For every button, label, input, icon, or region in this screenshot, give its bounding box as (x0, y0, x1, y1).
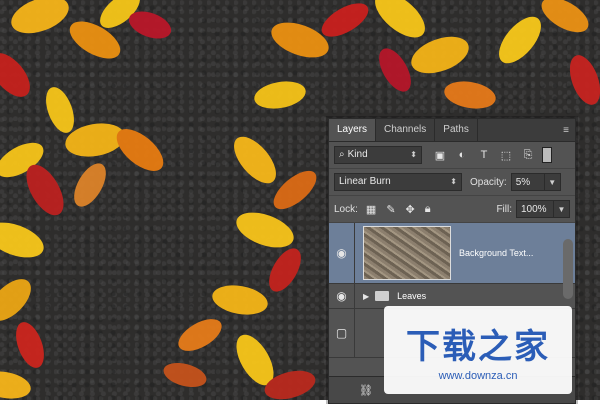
filter-toggle[interactable] (542, 147, 552, 163)
layer-name: Leaves (397, 291, 427, 301)
filter-kind-value: Kind (347, 149, 368, 160)
layer-thumbnail (363, 226, 451, 280)
adjustment-filter-icon[interactable]: ◐ (456, 149, 468, 161)
lock-position-icon[interactable]: ✥ (406, 203, 415, 216)
opacity-input[interactable]: 5% (510, 173, 545, 191)
updown-arrow-icon: ⬍ (410, 150, 417, 159)
watermark-brand-text: 下载之家 (406, 326, 550, 367)
blend-row: Linear Burn ⬍ Opacity: 5% ▼ (329, 169, 575, 196)
opacity-dropdown-icon[interactable]: ▼ (544, 173, 561, 191)
tab-paths[interactable]: Paths (435, 119, 478, 141)
search-icon: ⌕ (339, 149, 345, 160)
opacity-label: Opacity: (470, 176, 507, 188)
blend-mode-value: Linear Burn (339, 176, 391, 187)
panel-scrollbar[interactable] (563, 239, 573, 299)
blend-mode-select[interactable]: Linear Burn ⬍ (334, 173, 462, 191)
updown-arrow-icon: ⬍ (450, 177, 457, 186)
visibility-box-icon[interactable]: ▢ (329, 309, 355, 357)
lock-all-icon[interactable]: 🔒︎ (425, 203, 431, 216)
panel-tabs: Layers Channels Paths ≡ (329, 119, 575, 142)
lock-row: Lock: ▦ ✎ ✥ 🔒︎ Fill: 100% ▼ (329, 196, 575, 223)
panel-menu-icon[interactable]: ≡ (557, 119, 575, 141)
type-filter-icon[interactable]: T (478, 149, 490, 161)
fill-dropdown-icon[interactable]: ▼ (554, 200, 570, 218)
layer-name: Background Text... (459, 248, 534, 258)
lock-icons: ▦ ✎ ✥ 🔒︎ (366, 203, 431, 216)
filter-row: ⌕ Kind ⬍ ▣ ◐ T ⬚ ⎘ (329, 142, 575, 169)
lock-label: Lock: (334, 203, 358, 215)
filter-icons: ▣ ◐ T ⬚ ⎘ (434, 149, 534, 162)
link-layers-icon[interactable]: ⛓ (359, 384, 373, 397)
lock-brush-icon[interactable]: ✎ (386, 203, 395, 216)
chevron-right-icon[interactable]: ▶ (363, 292, 369, 301)
visibility-eye-icon[interactable]: ◉ (329, 223, 355, 283)
image-filter-icon[interactable]: ▣ (434, 149, 446, 162)
tab-channels[interactable]: Channels (376, 119, 436, 141)
watermark-logo: 下载之家 www.downza.cn (384, 306, 572, 394)
tab-layers[interactable]: Layers (329, 119, 377, 141)
shape-filter-icon[interactable]: ⬚ (500, 149, 512, 162)
watermark-url: www.downza.cn (438, 369, 518, 382)
visibility-eye-icon[interactable]: ◉ (329, 284, 355, 308)
fill-label: Fill: (496, 203, 512, 215)
folder-icon (375, 291, 390, 301)
layer-row-background-texture[interactable]: ◉ Background Text... (329, 223, 575, 284)
fill-input[interactable]: 100% (516, 200, 554, 218)
lock-transparent-icon[interactable]: ▦ (366, 203, 376, 216)
smart-object-filter-icon[interactable]: ⎘ (522, 149, 534, 162)
filter-kind-select[interactable]: ⌕ Kind ⬍ (334, 146, 422, 164)
